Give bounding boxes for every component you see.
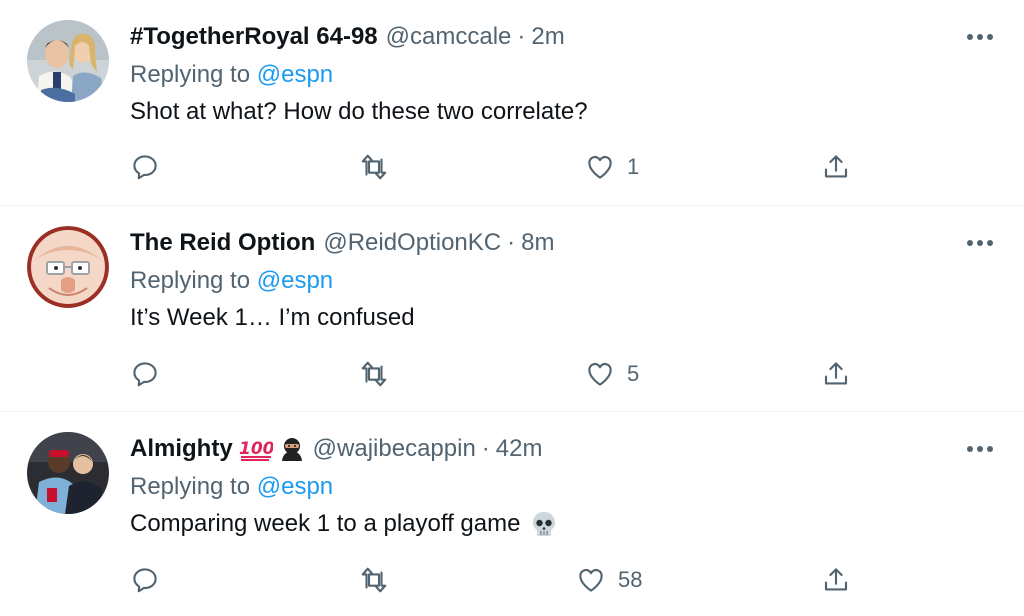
user-handle[interactable]: @camccale — [386, 22, 512, 52]
replying-to: Replying to @espn — [130, 60, 994, 90]
avatar[interactable] — [27, 432, 109, 514]
timestamp[interactable]: 8m — [521, 228, 554, 258]
avatar[interactable] — [27, 20, 109, 102]
heart-icon — [588, 362, 612, 386]
mention-link[interactable]: @espn — [257, 267, 333, 294]
more-dots-icon — [967, 34, 993, 40]
reply-button[interactable] — [130, 149, 160, 185]
replying-to: Replying to @espn — [130, 266, 994, 296]
mention-link[interactable]: @espn — [257, 473, 333, 500]
reply-icon — [133, 362, 157, 387]
hundred-points-icon: 100 — [239, 439, 273, 461]
tweet-header: #TogetherRoyal 64-98 @camccale · 2m — [130, 22, 994, 52]
more-dots-icon — [967, 240, 993, 246]
action-bar: 5 — [0, 356, 1024, 392]
tweet-text: Comparing week 1 to a playoff game — [130, 509, 994, 539]
display-name[interactable]: The Reid Option — [130, 228, 315, 258]
replying-to-label: Replying to — [130, 473, 257, 500]
ninja-icon — [281, 438, 302, 461]
skull-icon — [533, 512, 556, 536]
heart-icon — [588, 155, 612, 179]
like-count: 58 — [618, 567, 643, 592]
timestamp[interactable]: 2m — [531, 22, 564, 52]
more-options-button[interactable] — [954, 22, 994, 52]
retweet-button[interactable] — [359, 562, 389, 598]
retweet-button[interactable] — [359, 356, 389, 392]
couple-photo-avatar-icon — [27, 20, 109, 102]
reply-button[interactable] — [130, 356, 160, 392]
like-button[interactable]: 5 — [585, 356, 639, 392]
tweet[interactable]: Almighty 100 @wajibecappin · 42m Replyin… — [0, 412, 1024, 616]
heart-icon — [579, 568, 603, 592]
retweet-button[interactable] — [359, 149, 389, 185]
share-icon — [824, 155, 848, 178]
tweet-text: Shot at what? How do these two correlate… — [130, 97, 994, 127]
avatar[interactable] — [27, 226, 109, 308]
user-handle[interactable]: @ReidOptionKC — [323, 228, 501, 258]
retweet-icon — [361, 154, 387, 180]
more-options-button[interactable] — [954, 434, 994, 464]
timestamp[interactable]: 42m — [496, 434, 543, 464]
tweet-header: The Reid Option @ReidOptionKC · 8m — [130, 228, 994, 258]
retweet-icon — [361, 567, 387, 593]
share-button[interactable] — [821, 356, 851, 392]
name-emojis: 100 — [239, 436, 305, 462]
reply-icon — [133, 155, 157, 180]
tweet-body: Shot at what? How do these two correlate… — [130, 98, 588, 125]
user-handle[interactable]: @wajibecappin — [313, 434, 476, 464]
share-icon — [824, 362, 848, 385]
tweet-header: Almighty 100 @wajibecappin · 42m — [130, 434, 994, 464]
tweet-body: Comparing week 1 to a playoff game — [130, 510, 521, 537]
like-count: 1 — [627, 154, 640, 179]
tweet[interactable]: #TogetherRoyal 64-98 @camccale · 2m Repl… — [0, 0, 1024, 206]
like-button[interactable]: 58 — [576, 562, 642, 598]
more-dots-icon — [967, 446, 993, 452]
reply-button[interactable] — [130, 562, 160, 598]
action-bar: 58 — [0, 562, 1024, 598]
tweet[interactable]: The Reid Option @ReidOptionKC · 8m Reply… — [0, 206, 1024, 412]
like-button[interactable]: 1 — [585, 149, 639, 185]
separator-dot: · — [481, 435, 490, 462]
replying-to-label: Replying to — [130, 61, 257, 88]
share-icon — [824, 568, 848, 591]
separator-dot: · — [507, 229, 516, 256]
more-options-button[interactable] — [954, 228, 994, 258]
replying-to-label: Replying to — [130, 267, 257, 294]
share-button[interactable] — [821, 562, 851, 598]
retweet-icon — [361, 361, 387, 387]
mention-link[interactable]: @espn — [257, 61, 333, 88]
tweet-body: It’s Week 1… I’m confused — [130, 304, 415, 331]
players-photo-avatar-icon — [27, 432, 109, 514]
like-count: 5 — [627, 361, 640, 386]
replying-to: Replying to @espn — [130, 472, 994, 502]
separator-dot: · — [517, 23, 526, 50]
cartoon-face-avatar-icon — [27, 226, 109, 308]
tweet-text: It’s Week 1… I’m confused — [130, 303, 994, 333]
reply-icon — [133, 568, 157, 593]
display-name[interactable]: #TogetherRoyal 64-98 — [130, 22, 378, 52]
action-bar: 1 — [0, 149, 1024, 185]
share-button[interactable] — [821, 149, 851, 185]
display-name[interactable]: Almighty — [130, 434, 233, 464]
